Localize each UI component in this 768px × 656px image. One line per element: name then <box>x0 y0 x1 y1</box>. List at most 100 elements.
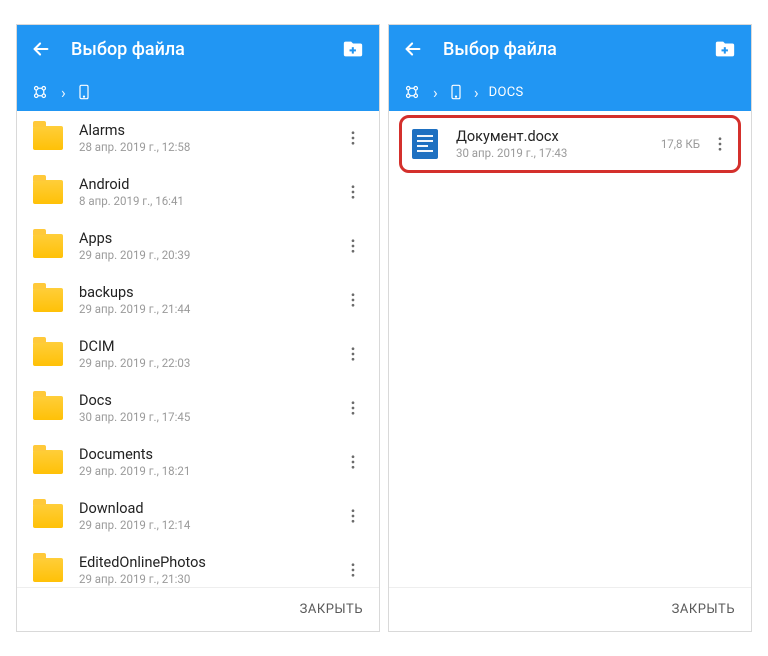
more-button[interactable] <box>341 180 365 204</box>
folder-row[interactable]: Download29 апр. 2019 г., 12:14 <box>27 489 369 543</box>
row-thumb <box>408 129 442 159</box>
item-date: 29 апр. 2019 г., 12:14 <box>79 518 341 532</box>
docx-icon <box>412 129 438 159</box>
chevron-right-icon: › <box>433 83 438 102</box>
folder-row[interactable]: Android8 апр. 2019 г., 16:41 <box>27 165 369 219</box>
more-vertical-icon <box>344 561 362 579</box>
crumb-device[interactable] <box>76 81 92 103</box>
more-button[interactable] <box>708 132 732 156</box>
item-name: Download <box>79 500 341 518</box>
folder-icon <box>33 234 63 258</box>
more-button[interactable] <box>341 234 365 258</box>
arrow-left-icon <box>402 38 424 60</box>
row-thumb <box>31 339 65 369</box>
row-meta: Docs30 апр. 2019 г., 17:45 <box>79 392 341 425</box>
folder-icon <box>33 450 63 474</box>
more-vertical-icon <box>344 237 362 255</box>
more-button[interactable] <box>341 126 365 150</box>
item-date: 8 апр. 2019 г., 16:41 <box>79 194 341 208</box>
row-meta: Documents29 апр. 2019 г., 18:21 <box>79 446 341 479</box>
item-name: EditedOnlinePhotos <box>79 554 341 572</box>
more-vertical-icon <box>344 453 362 471</box>
chevron-right-icon: › <box>474 83 479 102</box>
close-button[interactable]: ЗАКРЫТЬ <box>672 602 735 617</box>
crumb-device[interactable] <box>448 81 464 103</box>
item-name: Docs <box>79 392 341 410</box>
crumb-network[interactable] <box>401 83 423 101</box>
item-name: Alarms <box>79 122 341 140</box>
more-vertical-icon <box>344 291 362 309</box>
row-meta: EditedOnlinePhotos29 апр. 2019 г., 21:30 <box>79 554 341 587</box>
folder-icon <box>33 558 63 582</box>
more-button[interactable] <box>341 504 365 528</box>
item-name: DCIM <box>79 338 341 356</box>
folder-icon <box>33 504 63 528</box>
row-thumb <box>31 447 65 477</box>
more-button[interactable] <box>341 450 365 474</box>
row-thumb <box>31 231 65 261</box>
more-vertical-icon <box>344 507 362 525</box>
breadcrumb: › › DOCS <box>389 73 751 111</box>
item-name: Documents <box>79 446 341 464</box>
more-vertical-icon <box>344 399 362 417</box>
item-name: Документ.docx <box>456 128 661 146</box>
folder-row[interactable]: Docs30 апр. 2019 г., 17:45 <box>27 381 369 435</box>
item-date: 29 апр. 2019 г., 20:39 <box>79 248 341 262</box>
file-row[interactable]: Документ.docx30 апр. 2019 г., 17:4317,8 … <box>399 115 741 173</box>
close-button[interactable]: ЗАКРЫТЬ <box>300 602 363 617</box>
row-thumb <box>31 501 65 531</box>
titlebar: Выбор файла <box>17 25 379 73</box>
file-picker-left: Выбор файла › Alarms28 апр. 2019 г., 12:… <box>16 24 380 632</box>
more-vertical-icon <box>711 135 729 153</box>
row-meta: DCIM29 апр. 2019 г., 22:03 <box>79 338 341 371</box>
arrow-left-icon <box>30 38 52 60</box>
crumb-folder[interactable]: DOCS <box>489 85 524 100</box>
item-date: 30 апр. 2019 г., 17:45 <box>79 410 341 424</box>
folder-icon <box>33 396 63 420</box>
row-meta: backups29 апр. 2019 г., 21:44 <box>79 284 341 317</box>
footer: ЗАКРЫТЬ <box>17 587 379 631</box>
chevron-right-icon: › <box>61 83 66 102</box>
item-date: 28 апр. 2019 г., 12:58 <box>79 140 341 154</box>
phone-icon <box>448 81 464 103</box>
more-button[interactable] <box>341 396 365 420</box>
back-button[interactable] <box>29 37 53 61</box>
more-button[interactable] <box>341 342 365 366</box>
row-thumb <box>31 177 65 207</box>
item-name: Android <box>79 176 341 194</box>
row-meta: Download29 апр. 2019 г., 12:14 <box>79 500 341 533</box>
footer: ЗАКРЫТЬ <box>389 587 751 631</box>
row-thumb <box>31 555 65 585</box>
titlebar: Выбор файла <box>389 25 751 73</box>
item-date: 29 апр. 2019 г., 22:03 <box>79 356 341 370</box>
folder-plus-icon <box>341 38 365 60</box>
more-button[interactable] <box>341 288 365 312</box>
folder-row[interactable]: Apps29 апр. 2019 г., 20:39 <box>27 219 369 273</box>
item-date: 29 апр. 2019 г., 21:30 <box>79 572 341 586</box>
back-button[interactable] <box>401 37 425 61</box>
page-title: Выбор файла <box>71 39 339 60</box>
network-icon <box>29 83 51 101</box>
crumb-network[interactable] <box>29 83 51 101</box>
folder-row[interactable]: EditedOnlinePhotos29 апр. 2019 г., 21:30 <box>27 543 369 587</box>
row-thumb <box>31 123 65 153</box>
more-vertical-icon <box>344 345 362 363</box>
new-folder-button[interactable] <box>711 35 739 63</box>
folder-row[interactable]: backups29 апр. 2019 г., 21:44 <box>27 273 369 327</box>
row-meta: Alarms28 апр. 2019 г., 12:58 <box>79 122 341 155</box>
file-list: Alarms28 апр. 2019 г., 12:58 Android8 апр… <box>17 111 379 587</box>
folder-row[interactable]: Documents29 апр. 2019 г., 18:21 <box>27 435 369 489</box>
new-folder-button[interactable] <box>339 35 367 63</box>
more-button[interactable] <box>341 558 365 582</box>
folder-row[interactable]: Alarms28 апр. 2019 г., 12:58 <box>27 111 369 165</box>
page-title: Выбор файла <box>443 39 711 60</box>
item-date: 29 апр. 2019 г., 18:21 <box>79 464 341 478</box>
folder-icon <box>33 342 63 366</box>
folder-row[interactable]: DCIM29 апр. 2019 г., 22:03 <box>27 327 369 381</box>
folder-plus-icon <box>713 38 737 60</box>
item-date: 29 апр. 2019 г., 21:44 <box>79 302 341 316</box>
file-size: 17,8 КБ <box>661 137 700 151</box>
more-vertical-icon <box>344 183 362 201</box>
file-picker-right: Выбор файла › › DOCS Документ.docx30 апр… <box>388 24 752 632</box>
row-meta: Android8 апр. 2019 г., 16:41 <box>79 176 341 209</box>
